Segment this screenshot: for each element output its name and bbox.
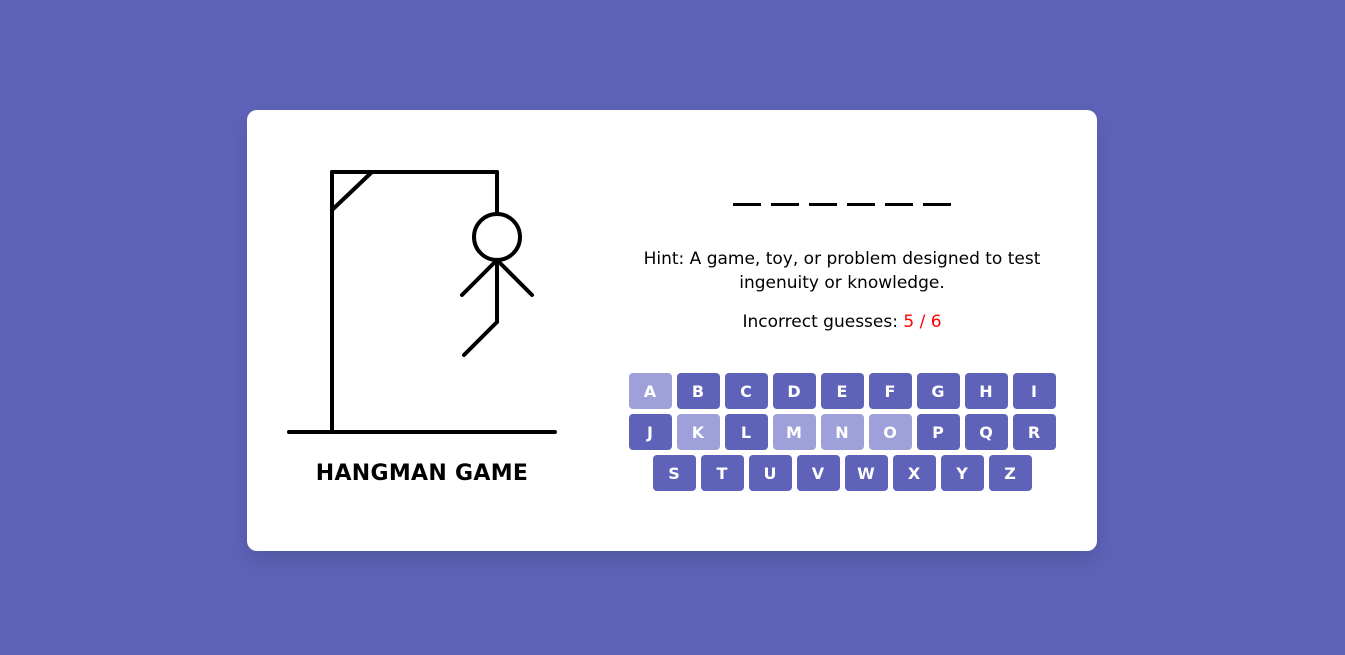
hangman-drawing <box>287 170 557 434</box>
letter-slot <box>923 203 951 206</box>
key-o[interactable]: O <box>868 414 912 450</box>
hint-text: Hint: A game, toy, or problem designed t… <box>643 249 1041 293</box>
key-e[interactable]: E <box>820 373 864 409</box>
key-q[interactable]: Q <box>964 414 1008 450</box>
key-a[interactable]: A <box>628 373 672 409</box>
key-t[interactable]: T <box>700 455 744 491</box>
key-k[interactable]: K <box>676 414 720 450</box>
guesses-label: Incorrect guesses: <box>742 312 904 332</box>
letter-slot <box>809 203 837 206</box>
key-y[interactable]: Y <box>940 455 984 491</box>
game-card: HANGMAN GAME Hint: A game, toy, or probl… <box>247 110 1097 551</box>
key-b[interactable]: B <box>676 373 720 409</box>
game-title: HANGMAN GAME <box>315 461 529 486</box>
key-z[interactable]: Z <box>988 455 1032 491</box>
key-c[interactable]: C <box>724 373 768 409</box>
gallows-brace <box>330 170 374 212</box>
key-i[interactable]: I <box>1012 373 1056 409</box>
key-f[interactable]: F <box>868 373 912 409</box>
key-h[interactable]: H <box>964 373 1008 409</box>
hangman-left-leg <box>462 320 499 357</box>
key-u[interactable]: U <box>748 455 792 491</box>
key-n[interactable]: N <box>820 414 864 450</box>
hangman-right-arm <box>495 258 534 297</box>
letter-slot <box>885 203 913 206</box>
incorrect-guesses: Incorrect guesses: 5 / 6 <box>637 310 1047 334</box>
hangman-left-arm <box>460 258 499 297</box>
key-r[interactable]: R <box>1012 414 1056 450</box>
letter-slot <box>771 203 799 206</box>
key-g[interactable]: G <box>916 373 960 409</box>
keyboard: ABCDEFGHI JKLMNOPQR STUVWXYZ <box>625 373 1059 491</box>
hangman-head <box>472 212 522 262</box>
key-j[interactable]: J <box>628 414 672 450</box>
letter-slot <box>847 203 875 206</box>
key-v[interactable]: V <box>796 455 840 491</box>
key-s[interactable]: S <box>652 455 696 491</box>
word-display <box>733 203 951 206</box>
key-l[interactable]: L <box>724 414 768 450</box>
guesses-count: 5 / 6 <box>903 312 942 332</box>
key-x[interactable]: X <box>892 455 936 491</box>
letter-slot <box>733 203 761 206</box>
key-d[interactable]: D <box>772 373 816 409</box>
key-w[interactable]: W <box>844 455 888 491</box>
key-p[interactable]: P <box>916 414 960 450</box>
key-m[interactable]: M <box>772 414 816 450</box>
